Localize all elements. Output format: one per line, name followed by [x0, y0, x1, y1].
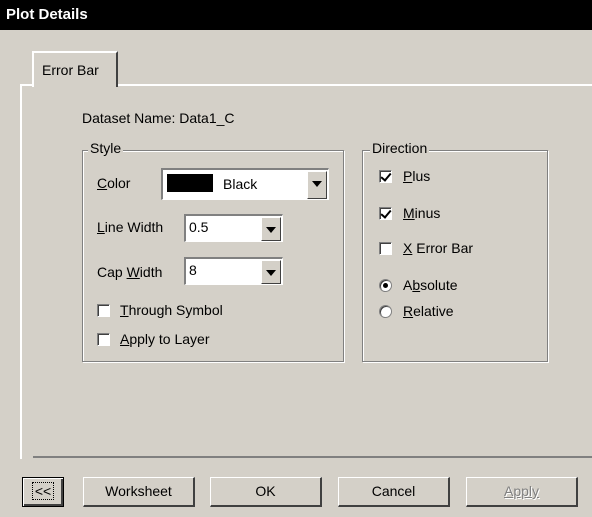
relative-label[interactable]: Relative: [403, 303, 454, 319]
color-dropdown[interactable]: Black: [161, 168, 329, 200]
collapse-label: <<: [31, 482, 55, 500]
relative-radio[interactable]: [379, 305, 392, 318]
cap-width-dropdown-arrow-icon[interactable]: [261, 260, 281, 284]
line-width-label: Line Width: [97, 219, 164, 235]
cap-width-value: 8: [189, 262, 197, 278]
absolute-label[interactable]: Absolute: [403, 277, 458, 293]
color-value: Black: [223, 176, 258, 192]
through-symbol-label[interactable]: Through Symbol: [120, 302, 223, 318]
plus-checkbox[interactable]: [379, 170, 392, 183]
x-error-bar-checkbox[interactable]: [379, 242, 392, 255]
worksheet-button[interactable]: Worksheet: [83, 477, 195, 507]
cap-width-dropdown[interactable]: 8: [184, 257, 283, 285]
cancel-button[interactable]: Cancel: [338, 477, 450, 507]
line-width-dropdown[interactable]: 0.5: [184, 214, 283, 242]
cap-width-label: Cap Width: [97, 264, 163, 280]
minus-checkbox[interactable]: [379, 207, 392, 220]
color-swatch: [167, 174, 213, 192]
plus-label[interactable]: Plus: [403, 168, 430, 184]
line-width-value: 0.5: [189, 219, 209, 235]
x-error-bar-label[interactable]: X Error Bar: [403, 240, 473, 256]
color-label: Color: [97, 175, 130, 191]
tab-panel-bottom-edge: [33, 456, 592, 458]
direction-group-legend: Direction: [370, 140, 430, 156]
apply-to-layer-label[interactable]: Apply to Layer: [120, 331, 210, 347]
tab-error-bar[interactable]: Error Bar: [32, 51, 118, 87]
window-title: Plot Details: [0, 0, 592, 30]
color-label-mnemonic: C: [97, 175, 108, 191]
color-dropdown-arrow-icon[interactable]: [307, 171, 327, 199]
apply-to-layer-checkbox[interactable]: [97, 333, 110, 346]
tab-error-bar-label: Error Bar: [42, 62, 99, 78]
style-group-legend: Style: [88, 140, 124, 156]
apply-button[interactable]: Apply: [466, 477, 578, 507]
color-label-rest: olor: [107, 175, 131, 191]
ok-button[interactable]: OK: [210, 477, 322, 507]
minus-label[interactable]: Minus: [403, 205, 440, 221]
line-width-dropdown-arrow-icon[interactable]: [261, 217, 281, 241]
collapse-button[interactable]: <<: [22, 477, 64, 507]
absolute-radio[interactable]: [379, 279, 392, 292]
through-symbol-checkbox[interactable]: [97, 304, 110, 317]
dataset-name-label: Dataset Name: Data1_C: [82, 110, 235, 126]
